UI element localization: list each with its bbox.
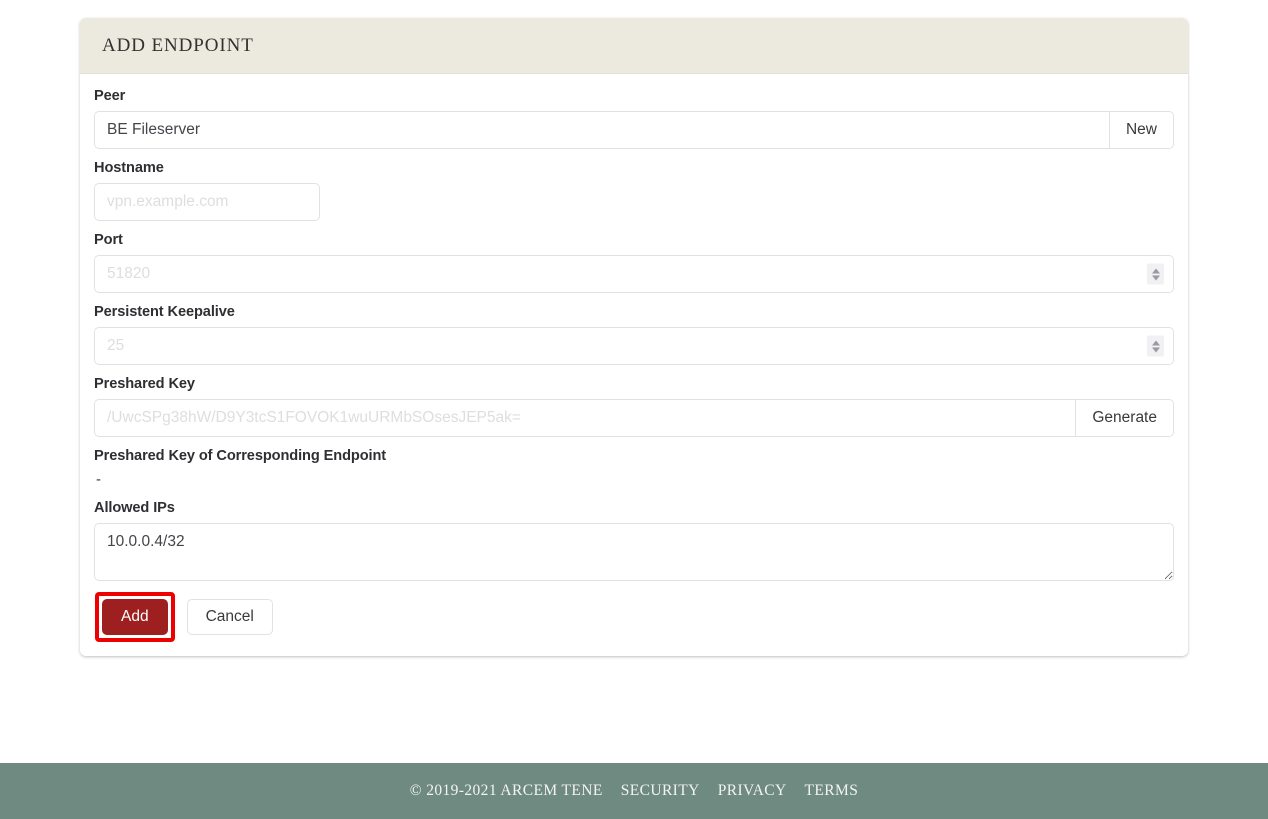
field-preshared-key: Preshared Key Generate [94, 376, 1174, 437]
chevron-up-icon [1151, 340, 1160, 345]
add-button-highlight: Add [95, 592, 175, 642]
persistent-keepalive-input-wrap [94, 327, 1174, 365]
hostname-input[interactable] [94, 183, 320, 221]
page-root: ADD ENDPOINT Peer New Hostname Port [0, 0, 1268, 819]
footer-copyright: © 2019-2021 ARCEM TENE [409, 782, 603, 799]
field-hostname: Hostname [94, 160, 1174, 221]
preshared-key-generate-button[interactable]: Generate [1075, 399, 1174, 437]
port-stepper[interactable] [1147, 263, 1164, 285]
page-footer: © 2019-2021 ARCEM TENE SECURITY PRIVACY … [0, 763, 1268, 819]
footer-link-privacy[interactable]: PRIVACY [718, 782, 787, 800]
port-input-wrap [94, 255, 1174, 293]
field-peer: Peer New [94, 88, 1174, 149]
page-title: ADD ENDPOINT [102, 34, 254, 56]
chevron-up-icon [1151, 268, 1160, 273]
cancel-button[interactable]: Cancel [186, 599, 273, 635]
preshared-key-input-group: Generate [94, 399, 1174, 437]
hostname-label: Hostname [94, 160, 164, 176]
allowed-ips-textarea[interactable]: 10.0.0.4/32 [94, 523, 1174, 581]
allowed-ips-label: Allowed IPs [94, 500, 175, 516]
persistent-keepalive-label: Persistent Keepalive [94, 304, 235, 320]
card-header: ADD ENDPOINT [80, 18, 1188, 74]
preshared-key-corresponding-label: Preshared Key of Corresponding Endpoint [94, 448, 387, 464]
field-preshared-key-corresponding: Preshared Key of Corresponding Endpoint … [94, 448, 1174, 489]
peer-new-button[interactable]: New [1108, 111, 1174, 149]
footer-link-security[interactable]: SECURITY [621, 782, 700, 800]
peer-label: Peer [94, 88, 126, 104]
chevron-down-icon [1151, 347, 1160, 352]
port-input[interactable] [94, 255, 1174, 293]
preshared-key-corresponding-value: - [96, 471, 101, 488]
field-allowed-ips: Allowed IPs 10.0.0.4/32 [94, 500, 1174, 581]
peer-input-group: New [94, 111, 1174, 149]
port-label: Port [94, 232, 123, 248]
persistent-keepalive-stepper[interactable] [1147, 335, 1164, 357]
persistent-keepalive-input[interactable] [94, 327, 1174, 365]
footer-link-terms[interactable]: TERMS [805, 782, 859, 800]
preshared-key-label: Preshared Key [94, 376, 195, 392]
field-persistent-keepalive: Persistent Keepalive [94, 304, 1174, 365]
footer-content: © 2019-2021 ARCEM TENE SECURITY PRIVACY … [410, 782, 858, 800]
peer-input[interactable] [94, 111, 1109, 149]
add-endpoint-form: Peer New Hostname Port [80, 74, 1188, 656]
add-endpoint-card: ADD ENDPOINT Peer New Hostname Port [80, 18, 1188, 656]
field-port: Port [94, 232, 1174, 293]
chevron-down-icon [1151, 275, 1160, 280]
preshared-key-input[interactable] [94, 399, 1076, 437]
add-button[interactable]: Add [102, 599, 168, 635]
form-actions: Add Cancel [94, 592, 1174, 642]
